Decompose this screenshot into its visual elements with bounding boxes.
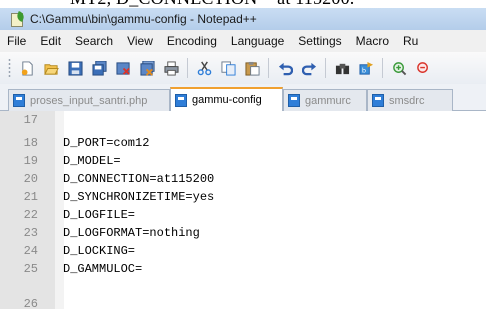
menu-settings[interactable]: Settings — [291, 34, 348, 48]
text-editor[interactable]: 17 18 D_PORT=com12 19 D_MODEL= 20 D_CONN… — [0, 111, 486, 311]
toolbar-separator — [268, 58, 269, 78]
line-number: 22 — [23, 208, 38, 222]
redo-button[interactable] — [298, 57, 320, 79]
file-icon — [288, 94, 300, 107]
caption-text: MT2, D_CONNECTION = at 115200. — [70, 0, 354, 8]
line-number: 20 — [23, 172, 38, 186]
toolbar-separator — [187, 58, 188, 78]
line-text[interactable]: D_LOGFORMAT=nothing — [63, 224, 200, 242]
line-text[interactable]: D_LOGFILE= — [63, 206, 135, 224]
line-number: 17 — [23, 113, 38, 127]
toolbar-separator — [382, 58, 383, 78]
menu-view[interactable]: View — [120, 34, 160, 48]
file-icon — [13, 94, 25, 107]
menu-encoding[interactable]: Encoding — [160, 34, 224, 48]
line-number: 21 — [23, 190, 38, 204]
cropped-caption-text: MT2, D_CONNECTION = at 115200. — [0, 0, 486, 8]
zoom-in-button[interactable] — [388, 57, 410, 79]
editor-line[interactable]: 17 — [0, 111, 486, 129]
editor-line[interactable]: 22 D_LOGFILE= — [0, 206, 486, 224]
toolbar: b — [0, 52, 486, 85]
save-all-icon — [91, 60, 107, 76]
save-icon — [67, 60, 83, 76]
line-number: 18 — [23, 136, 38, 150]
new-file-icon — [21, 60, 33, 76]
open-file-button[interactable] — [40, 57, 62, 79]
editor-line[interactable]: 26 — [0, 295, 486, 313]
file-icon — [175, 93, 187, 107]
line-number: 24 — [23, 244, 38, 258]
undo-button[interactable] — [274, 57, 296, 79]
paste-icon — [244, 61, 260, 76]
tab-gammurc[interactable]: gammurc — [283, 89, 367, 111]
menu-file[interactable]: File — [0, 34, 33, 48]
undo-icon — [278, 62, 293, 75]
tab-gammu-config[interactable]: gammu-config — [170, 87, 283, 111]
editor-line[interactable]: 20 D_CONNECTION=at115200 — [0, 170, 486, 188]
menu-search[interactable]: Search — [68, 34, 120, 48]
find-icon — [335, 63, 349, 74]
cut-button[interactable] — [193, 57, 215, 79]
editor-line[interactable]: 24 D_LOCKING= — [0, 242, 486, 260]
editor-line[interactable]: 18 D_PORT=com12 — [0, 134, 486, 152]
save-all-button[interactable] — [88, 57, 110, 79]
replace-icon: b — [358, 61, 373, 75]
tab-proses-input-santri[interactable]: proses_input_santri.php — [8, 89, 170, 111]
line-number: 26 — [23, 297, 38, 311]
paste-button[interactable] — [241, 57, 263, 79]
print-icon — [163, 60, 179, 76]
redo-icon — [301, 62, 316, 75]
copy-button[interactable] — [217, 57, 239, 79]
notepad-app-icon — [10, 11, 26, 27]
menu-run[interactable]: Ru — [396, 34, 425, 48]
line-text[interactable]: D_LOCKING= — [63, 242, 135, 260]
tab-label: smsdrc — [389, 94, 425, 107]
editor-line[interactable]: 25 D_GAMMULOC= — [0, 260, 486, 278]
copy-icon — [220, 60, 236, 76]
close-icon — [115, 61, 130, 75]
file-icon — [372, 94, 384, 107]
close-all-icon — [139, 60, 155, 76]
print-button[interactable] — [160, 57, 182, 79]
line-text[interactable]: D_CONNECTION=at115200 — [63, 170, 214, 188]
zoom-out-icon — [416, 61, 428, 73]
editor-line[interactable]: 19 D_MODEL= — [0, 152, 486, 170]
menu-macro[interactable]: Macro — [349, 34, 396, 48]
menu-bar: File Edit Search View Encoding Language … — [0, 30, 486, 52]
tab-label: gammu-config — [192, 94, 262, 106]
line-number: 25 — [23, 262, 38, 276]
line-number: 23 — [23, 226, 38, 240]
line-text[interactable]: D_SYNCHRONIZETIME=yes — [63, 188, 214, 206]
find-button[interactable] — [331, 57, 353, 79]
new-file-button[interactable] — [16, 57, 38, 79]
save-button[interactable] — [64, 57, 86, 79]
cut-icon — [197, 61, 211, 75]
line-text[interactable]: D_GAMMULOC= — [63, 260, 142, 278]
zoom-out-button[interactable] — [412, 57, 434, 79]
menu-edit[interactable]: Edit — [33, 34, 68, 48]
line-text[interactable]: D_PORT=com12 — [63, 134, 149, 152]
editor-line[interactable]: 23 D_LOGFORMAT=nothing — [0, 224, 486, 242]
tab-label: proses_input_santri.php — [30, 94, 148, 107]
close-button[interactable] — [112, 57, 134, 79]
tab-label: gammurc — [305, 94, 351, 107]
title-bar[interactable]: C:\Gammu\bin\gammu-config - Notepad++ — [0, 8, 486, 30]
menu-language[interactable]: Language — [224, 34, 291, 48]
line-text[interactable]: D_MODEL= — [63, 152, 121, 170]
toolbar-separator — [325, 58, 326, 78]
replace-button[interactable]: b — [355, 57, 377, 79]
svg-text:b: b — [361, 66, 365, 74]
tab-smsdrc[interactable]: smsdrc — [367, 89, 453, 111]
line-number: 19 — [23, 154, 38, 168]
toolbar-grip[interactable] — [8, 58, 11, 78]
document-tab-bar: proses_input_santri.php gammu-config gam… — [0, 84, 486, 111]
window-title: C:\Gammu\bin\gammu-config - Notepad++ — [30, 12, 257, 26]
editor-line[interactable]: 21 D_SYNCHRONIZETIME=yes — [0, 188, 486, 206]
zoom-in-icon — [392, 61, 406, 75]
close-all-button[interactable] — [136, 57, 158, 79]
open-file-icon — [43, 63, 59, 75]
